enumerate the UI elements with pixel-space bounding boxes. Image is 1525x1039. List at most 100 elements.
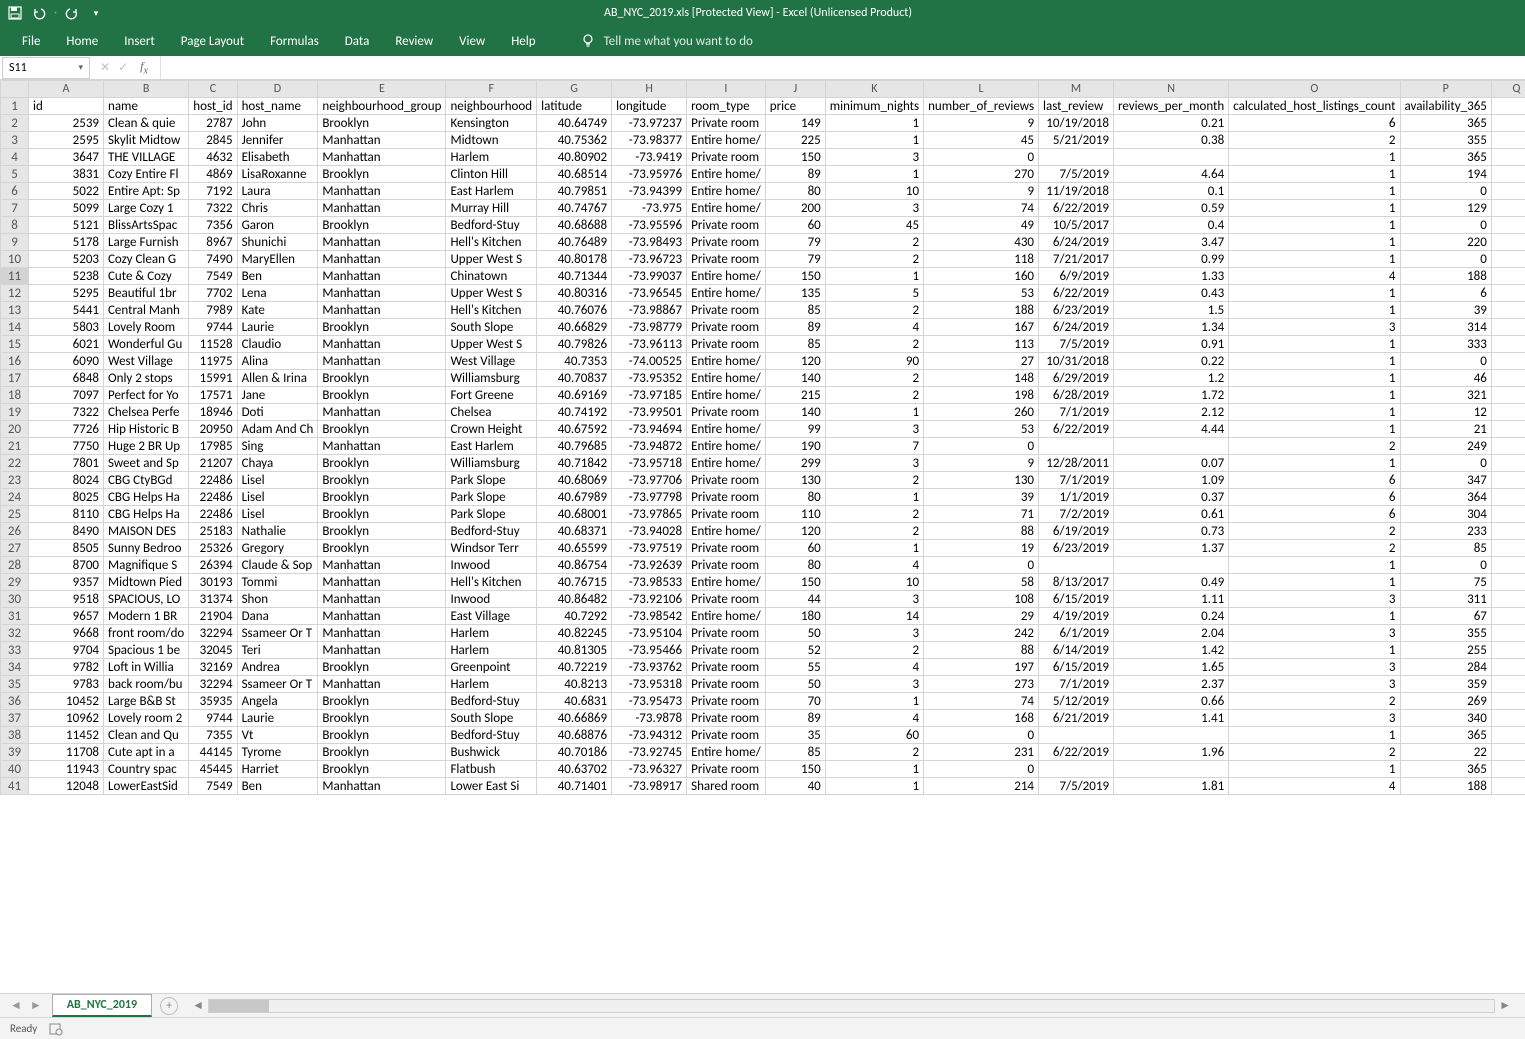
cell[interactable]: -73.97865 — [612, 506, 687, 523]
cell[interactable]: 8490 — [29, 523, 104, 540]
cell[interactable]: 40.82245 — [537, 625, 612, 642]
cell[interactable] — [1491, 319, 1525, 336]
chevron-down-icon[interactable]: ▾ — [78, 62, 83, 73]
cell[interactable]: 5178 — [29, 234, 104, 251]
cell[interactable] — [1114, 727, 1229, 744]
cell[interactable]: Manhattan — [318, 591, 446, 608]
cell[interactable]: 10 — [825, 574, 923, 591]
cell[interactable]: 40.80902 — [537, 149, 612, 166]
cell[interactable]: 1.34 — [1114, 319, 1229, 336]
cell[interactable]: East Village — [446, 608, 537, 625]
cell[interactable]: Alina — [237, 353, 318, 370]
redo-icon[interactable] — [63, 4, 81, 22]
cell[interactable]: Entire Apt: Sp — [104, 183, 189, 200]
cell[interactable]: 160 — [924, 268, 1039, 285]
header-cell[interactable]: room_type — [687, 98, 766, 115]
cell[interactable]: 3 — [825, 625, 923, 642]
cell[interactable]: Private room — [687, 336, 766, 353]
cell[interactable]: Shared room — [687, 778, 766, 795]
cell[interactable]: 40.72219 — [537, 659, 612, 676]
cell[interactable] — [1491, 710, 1525, 727]
cell[interactable]: 40.8213 — [537, 676, 612, 693]
cell[interactable]: 80 — [765, 489, 825, 506]
cell[interactable]: 11943 — [29, 761, 104, 778]
undo-icon[interactable] — [30, 4, 48, 22]
cell[interactable]: 197 — [924, 659, 1039, 676]
cell[interactable]: 120 — [765, 353, 825, 370]
cell[interactable]: 20950 — [189, 421, 237, 438]
cell[interactable]: 242 — [924, 625, 1039, 642]
row-header[interactable]: 30 — [1, 591, 29, 608]
cell[interactable]: 55 — [765, 659, 825, 676]
cell[interactable]: Bedford-Stuy — [446, 523, 537, 540]
cell[interactable]: 6848 — [29, 370, 104, 387]
cell[interactable]: 0.66 — [1114, 693, 1229, 710]
cell[interactable]: 89 — [765, 319, 825, 336]
cell[interactable]: 2 — [825, 234, 923, 251]
cell[interactable]: Laurie — [237, 319, 318, 336]
cell[interactable]: 3 — [825, 455, 923, 472]
header-cell[interactable]: neighbourhood_group — [318, 98, 446, 115]
cell[interactable]: 2 — [825, 336, 923, 353]
cell[interactable]: 8110 — [29, 506, 104, 523]
cell[interactable] — [1491, 438, 1525, 455]
cell[interactable]: 1 — [825, 778, 923, 795]
cell[interactable]: Adam And Ch — [237, 421, 318, 438]
cell[interactable]: Shon — [237, 591, 318, 608]
cell[interactable]: -73.92106 — [612, 591, 687, 608]
cell[interactable]: Bushwick — [446, 744, 537, 761]
header-cell[interactable]: latitude — [537, 98, 612, 115]
row-header[interactable]: 14 — [1, 319, 29, 336]
cell[interactable]: Midtown — [446, 132, 537, 149]
cell[interactable]: 5203 — [29, 251, 104, 268]
cell[interactable]: 7702 — [189, 285, 237, 302]
header-cell[interactable]: host_name — [237, 98, 318, 115]
formula-input[interactable] — [161, 56, 1525, 79]
cell[interactable] — [1491, 523, 1525, 540]
cancel-icon[interactable]: ✕ — [100, 60, 110, 75]
cell[interactable]: Angela — [237, 693, 318, 710]
cell[interactable]: 85 — [765, 302, 825, 319]
cell[interactable] — [1491, 336, 1525, 353]
cell[interactable]: 7/1/2019 — [1039, 676, 1114, 693]
cell[interactable]: 85 — [765, 744, 825, 761]
cell[interactable]: 8505 — [29, 540, 104, 557]
cell[interactable]: 1 — [1229, 234, 1400, 251]
cell[interactable]: Perfect for Yo — [104, 387, 189, 404]
cell[interactable]: 2 — [825, 523, 923, 540]
cell[interactable]: Lena — [237, 285, 318, 302]
cell[interactable]: 149 — [765, 115, 825, 132]
cell[interactable]: 3 — [1229, 319, 1400, 336]
cell[interactable]: 2 — [825, 744, 923, 761]
cell[interactable]: 22 — [1400, 744, 1491, 761]
cell[interactable]: 359 — [1400, 676, 1491, 693]
cell[interactable]: 1.42 — [1114, 642, 1229, 659]
cell[interactable]: 2 — [825, 472, 923, 489]
cell[interactable]: 2 — [1229, 523, 1400, 540]
cell[interactable]: Fort Greene — [446, 387, 537, 404]
cell[interactable]: front room/do — [104, 625, 189, 642]
cell[interactable]: 35 — [765, 727, 825, 744]
cell[interactable]: -73.98533 — [612, 574, 687, 591]
cell[interactable]: Ben — [237, 268, 318, 285]
header-cell[interactable]: minimum_nights — [825, 98, 923, 115]
cell[interactable]: Entire home/ — [687, 387, 766, 404]
cell[interactable]: 12048 — [29, 778, 104, 795]
cell[interactable]: 7549 — [189, 778, 237, 795]
cell[interactable]: Inwood — [446, 557, 537, 574]
cell[interactable]: Lower East Si — [446, 778, 537, 795]
column-header[interactable]: L — [924, 81, 1039, 98]
cell[interactable]: 1 — [1229, 302, 1400, 319]
cell[interactable]: 40.67989 — [537, 489, 612, 506]
cell[interactable]: 150 — [765, 574, 825, 591]
cell[interactable]: 2 — [825, 251, 923, 268]
cell[interactable]: Manhattan — [318, 557, 446, 574]
row-header[interactable]: 4 — [1, 149, 29, 166]
cell[interactable]: 7/5/2019 — [1039, 336, 1114, 353]
cell[interactable]: Private room — [687, 642, 766, 659]
cell[interactable]: Entire home/ — [687, 438, 766, 455]
cell[interactable]: Private room — [687, 693, 766, 710]
cell[interactable]: 6/19/2019 — [1039, 523, 1114, 540]
cell[interactable]: 2 — [1229, 438, 1400, 455]
cell[interactable] — [1491, 659, 1525, 676]
